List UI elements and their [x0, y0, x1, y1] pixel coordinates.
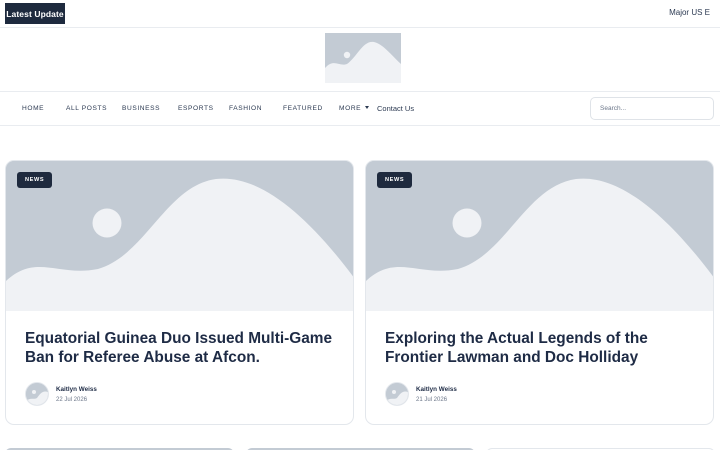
news-ticker[interactable]: Major US E	[669, 8, 710, 17]
image-placeholder-icon	[366, 161, 713, 311]
nav-item-contact-us[interactable]: Contact Us	[377, 104, 414, 113]
latest-update-label: Latest Update	[6, 8, 64, 19]
nav-item-featured[interactable]: Featured	[283, 105, 323, 112]
nav-item-all-posts[interactable]: All Posts	[66, 105, 107, 112]
post-date: 22 Jul 2026	[56, 397, 88, 403]
site-logo[interactable]	[325, 33, 401, 83]
post-card[interactable]: NEWS Equatorial Guinea Duo Issued Multi-…	[5, 160, 354, 425]
avatar-placeholder-icon	[26, 383, 48, 405]
image-placeholder-icon	[325, 33, 401, 83]
author-name[interactable]: Kaitlyn Weiss	[416, 386, 457, 393]
nav-item-home[interactable]: Home	[22, 105, 44, 112]
category-badge[interactable]: NEWS	[17, 172, 53, 188]
top-bar: Latest Update Major US E	[0, 0, 720, 28]
author-avatar[interactable]	[385, 382, 409, 406]
nav-item-esports[interactable]: Esports	[178, 105, 214, 112]
post-image[interactable]	[366, 161, 713, 311]
author-avatar[interactable]	[25, 382, 49, 406]
nav-item-more-label: More	[339, 105, 362, 112]
post-date: 21 Jul 2026	[416, 397, 448, 403]
nav-item-business[interactable]: Business	[122, 105, 160, 112]
latest-update-button[interactable]: Latest Update	[5, 3, 65, 24]
nav-item-fashion[interactable]: Fashion	[229, 105, 262, 112]
post-title[interactable]: Equatorial Guinea Duo Issued Multi-Game …	[25, 329, 335, 367]
author-name[interactable]: Kaitlyn Weiss	[56, 386, 97, 393]
caret-down-icon	[365, 106, 370, 109]
search-input[interactable]	[590, 97, 714, 120]
category-badge[interactable]: NEWS	[377, 172, 413, 188]
image-placeholder-icon	[6, 161, 353, 311]
avatar-placeholder-icon	[386, 383, 408, 405]
post-card[interactable]: NEWS Exploring the Actual Legends of the…	[365, 160, 714, 425]
nav-item-more[interactable]: More	[339, 105, 370, 112]
post-title[interactable]: Exploring the Actual Legends of the Fron…	[385, 329, 695, 367]
post-image[interactable]	[6, 161, 353, 311]
